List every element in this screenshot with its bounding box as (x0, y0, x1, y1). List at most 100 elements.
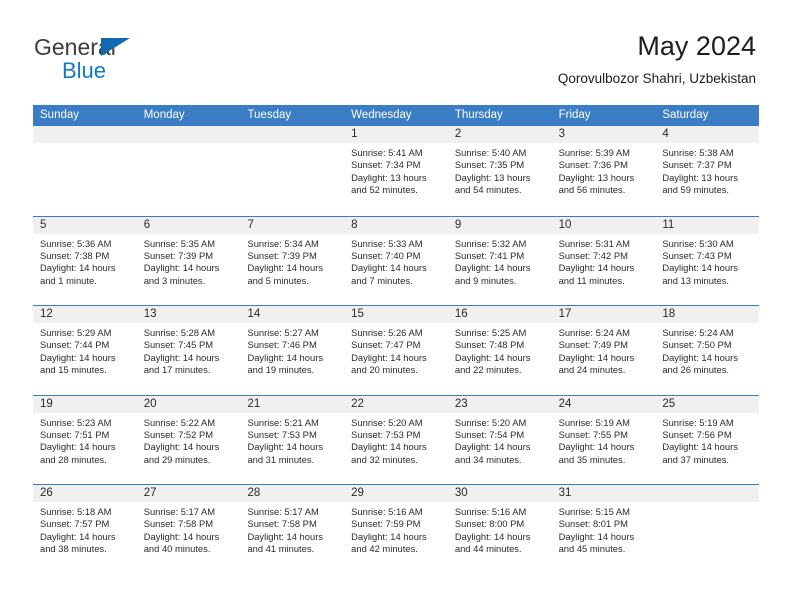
day-details: Sunrise: 5:30 AM Sunset: 7:43 PM Daylight:… (655, 234, 759, 288)
day-number-band: 13 (136, 306, 241, 323)
day-number-band: 7 (240, 216, 345, 234)
day-detail-line: Daylight: 14 hours (558, 262, 635, 274)
day-detail-line: Sunset: 7:58 PM (143, 518, 214, 530)
day-detail-line: Sunrise: 5:28 AM (143, 327, 216, 338)
calendar-day-cell[interactable]: 5 Sunrise: 5:36 AM Sunset: 7:38 PM Daylight… (33, 216, 137, 306)
day-details: Sunrise: 5:20 AM Sunset: 7:53 PM Daylight:… (344, 413, 448, 467)
day-detail-line: and 5 minutes. (247, 274, 309, 286)
brand-logo-bottom-row: Blue (34, 59, 274, 83)
calendar-day-cell[interactable]: 28 Sunrise: 5:17 AM Sunset: 7:58 PM Dayligh… (240, 485, 345, 574)
calendar-day-cell[interactable]: 14 Sunrise: 5:27 AM Sunset: 7:46 PM Dayligh… (240, 306, 345, 395)
day-detail-line: Daylight: 14 hours (40, 530, 116, 542)
calendar-day-cell[interactable]: 8 Sunrise: 5:33 AM Sunset: 7:40 PM Daylight… (344, 216, 448, 306)
brand-logo[interactable]: General Blue (34, 34, 274, 86)
calendar-day-cell[interactable]: 7 Sunrise: 5:34 AM Sunset: 7:39 PM Daylight… (240, 216, 345, 306)
day-detail-line: Sunrise: 5:19 AM (558, 416, 630, 428)
day-number: 3 (558, 128, 565, 140)
calendar-day-cell[interactable]: 30 Sunrise: 5:16 AM Sunset: 8:00 PM Dayligh… (447, 485, 552, 574)
calendar-day-cell[interactable]: 29 Sunrise: 5:16 AM Sunset: 7:59 PM Dayligh… (344, 485, 448, 574)
day-detail-line: Sunset: 7:47 PM (351, 339, 421, 351)
day-details: Sunrise: 5:16 AM Sunset: 8:00 PM Daylight:… (448, 502, 552, 556)
day-details: Sunrise: 5:41 AM Sunset: 7:34 PM Daylight:… (344, 143, 448, 197)
day-detail-line: Sunset: 7:44 PM (40, 339, 110, 351)
weekday-header-friday: Friday (558, 109, 591, 121)
weekday-header-sunday: Sunday (40, 109, 80, 121)
day-details: Sunrise: 5:33 AM Sunset: 7:40 PM Daylight:… (344, 234, 448, 288)
day-number-band (655, 485, 760, 502)
day-number: 6 (143, 218, 151, 231)
day-detail-line: Sunrise: 5:40 AM (454, 147, 527, 158)
calendar-day-cell[interactable]: 27 Sunrise: 5:17 AM Sunset: 7:58 PM Dayligh… (136, 485, 241, 574)
day-detail-line: and 1 minute. (40, 274, 97, 286)
calendar-day-cell[interactable]: 26 Sunrise: 5:18 AM Sunset: 7:57 PM Dayligh… (33, 485, 137, 574)
day-number: 12 (40, 308, 53, 320)
calendar-day-cell[interactable]: 13 Sunrise: 5:28 AM Sunset: 7:45 PM Dayligh… (136, 306, 241, 395)
calendar-day-cell[interactable]: 3 Sunrise: 5:39 AM Sunset: 7:36 PM Daylight… (551, 126, 656, 216)
day-detail-line: and 24 minutes. (558, 364, 626, 376)
day-detail-line: Sunrise: 5:20 AM (454, 416, 527, 428)
day-detail-line: and 40 minutes. (143, 543, 211, 555)
calendar-day-cell[interactable]: 25 Sunrise: 5:19 AM Sunset: 7:56 PM Dayligh… (655, 395, 760, 485)
day-detail-line: Sunset: 7:46 PM (247, 339, 317, 351)
day-details: Sunrise: 5:21 AM Sunset: 7:53 PM Daylight:… (240, 413, 344, 467)
calendar-week-row: 19 Sunrise: 5:23 AM Sunset: 7:51 PM Dayligh… (33, 394, 760, 485)
day-number-band (136, 126, 241, 143)
day-detail-line: Daylight: 14 hours (143, 530, 220, 542)
day-detail-line: and 29 minutes. (143, 453, 211, 465)
page-title: May 2024 (637, 31, 756, 61)
calendar-day-cell[interactable]: 12 Sunrise: 5:29 AM Sunset: 7:44 PM Dayligh… (33, 306, 137, 395)
day-number-band: 6 (136, 216, 241, 234)
calendar-day-cell[interactable]: 10 Sunrise: 5:31 AM Sunset: 7:42 PM Dayligh… (551, 216, 656, 306)
day-number: 21 (247, 397, 261, 410)
calendar-day-cell[interactable]: 16 Sunrise: 5:25 AM Sunset: 7:48 PM Dayligh… (447, 306, 552, 395)
day-detail-line: Sunset: 7:34 PM (351, 159, 421, 171)
calendar-day-cell[interactable]: 1 Sunrise: 5:41 AM Sunset: 7:34 PM Daylight… (344, 126, 448, 216)
day-detail-line: Daylight: 13 hours (454, 171, 531, 183)
day-detail-line: Daylight: 14 hours (662, 441, 738, 453)
calendar-day-cell[interactable]: 31 Sunrise: 5:15 AM Sunset: 8:01 PM Dayligh… (551, 485, 656, 574)
calendar-day-cell[interactable]: 4 Sunrise: 5:38 AM Sunset: 7:37 PM Daylight… (655, 126, 760, 216)
day-detail-line: Daylight: 14 hours (143, 262, 220, 274)
day-detail-line: and 9 minutes. (454, 274, 517, 286)
calendar-day-cell[interactable]: 17 Sunrise: 5:24 AM Sunset: 7:49 PM Dayligh… (551, 306, 656, 395)
day-number-band: 12 (33, 306, 137, 323)
day-number: 20 (143, 397, 157, 410)
calendar-day-cell[interactable]: 11 Sunrise: 5:30 AM Sunset: 7:43 PM Dayligh… (655, 216, 760, 306)
calendar-day-cell[interactable]: 18 Sunrise: 5:24 AM Sunset: 7:50 PM Dayligh… (655, 306, 760, 395)
day-details: Sunrise: 5:20 AM Sunset: 7:54 PM Daylight:… (448, 413, 552, 467)
day-detail-line: Sunrise: 5:34 AM (247, 237, 319, 249)
calendar-day-cell[interactable]: 2 Sunrise: 5:40 AM Sunset: 7:35 PM Daylight… (447, 126, 552, 216)
day-number: 27 (143, 487, 157, 499)
day-detail-line: Sunrise: 5:18 AM (40, 506, 112, 517)
day-number-band: 10 (551, 216, 656, 234)
day-detail-line: and 3 minutes. (143, 274, 206, 286)
day-detail-line: Daylight: 14 hours (247, 262, 324, 274)
calendar-day-cell[interactable]: 15 Sunrise: 5:26 AM Sunset: 7:47 PM Dayligh… (344, 306, 448, 395)
calendar-day-cell[interactable]: 23 Sunrise: 5:20 AM Sunset: 7:54 PM Dayligh… (447, 395, 552, 485)
day-details: Sunrise: 5:25 AM Sunset: 7:48 PM Daylight:… (448, 323, 552, 377)
day-number: 25 (662, 397, 676, 410)
day-detail-line: Daylight: 14 hours (143, 441, 220, 453)
day-detail-line: Sunset: 7:59 PM (351, 518, 421, 530)
calendar-day-cell[interactable]: 19 Sunrise: 5:23 AM Sunset: 7:51 PM Dayligh… (33, 395, 137, 485)
calendar-day-cell[interactable]: 24 Sunrise: 5:19 AM Sunset: 7:55 PM Dayligh… (551, 395, 656, 485)
day-detail-line: Sunset: 7:54 PM (454, 428, 525, 440)
day-number-band: 19 (33, 395, 137, 413)
calendar-day-cell[interactable]: 20 Sunrise: 5:22 AM Sunset: 7:52 PM Dayligh… (136, 395, 241, 485)
day-detail-line: Daylight: 14 hours (454, 530, 531, 542)
calendar-day-cell-empty (240, 126, 345, 216)
calendar-day-cell[interactable]: 21 Sunrise: 5:21 AM Sunset: 7:53 PM Dayligh… (240, 395, 345, 485)
calendar-day-cell-empty (655, 485, 760, 574)
day-detail-line: Daylight: 13 hours (351, 171, 427, 183)
calendar-day-cell[interactable]: 9 Sunrise: 5:32 AM Sunset: 7:41 PM Daylight… (447, 216, 552, 306)
day-details: Sunrise: 5:19 AM Sunset: 7:55 PM Daylight:… (552, 413, 656, 467)
day-detail-line: Sunset: 7:50 PM (662, 339, 732, 351)
calendar-day-cell[interactable]: 22 Sunrise: 5:20 AM Sunset: 7:53 PM Dayligh… (344, 395, 448, 485)
day-details: Sunrise: 5:19 AM Sunset: 7:56 PM Daylight:… (655, 413, 759, 467)
calendar-day-cell-empty (136, 126, 241, 216)
day-details: Sunrise: 5:35 AM Sunset: 7:39 PM Daylight:… (137, 234, 241, 288)
calendar-day-cell[interactable]: 6 Sunrise: 5:35 AM Sunset: 7:39 PM Daylight… (136, 216, 241, 306)
day-detail-line: and 20 minutes. (351, 364, 418, 376)
weekday-header-wednesday: Wednesday (351, 109, 412, 121)
day-number: 13 (143, 308, 157, 320)
